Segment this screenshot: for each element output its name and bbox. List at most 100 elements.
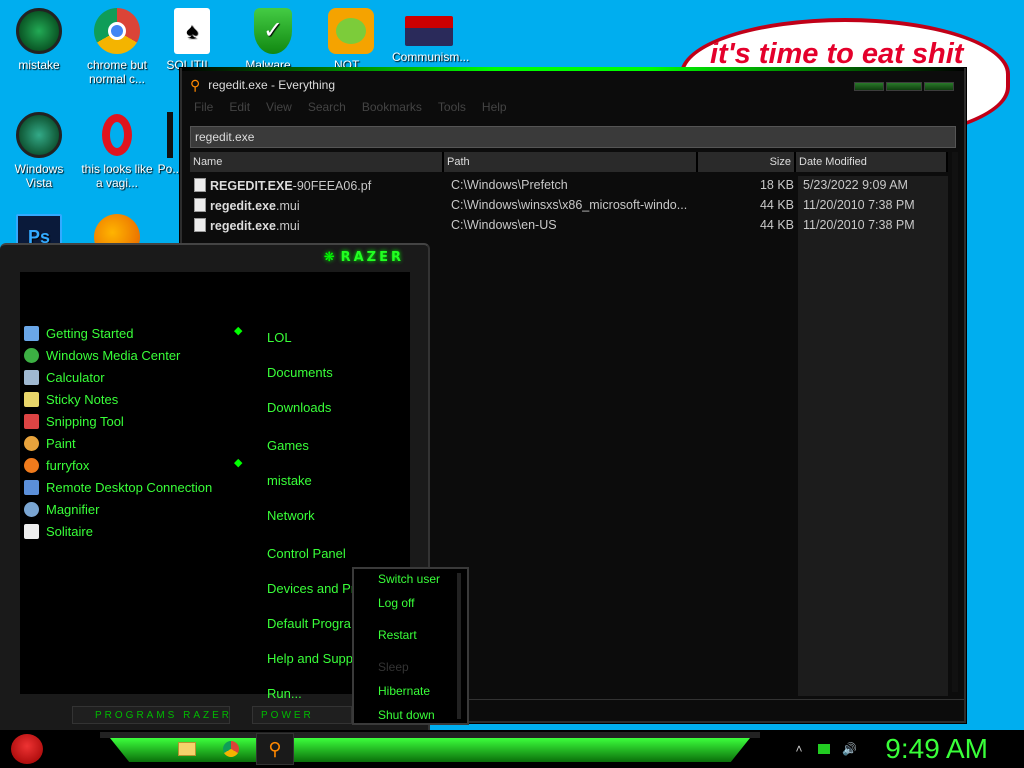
desktop-icon-windows-vista[interactable]: Windows Vista [2, 112, 76, 190]
file-date: 11/20/2010 7:38 PM [803, 218, 915, 232]
window-title: regedit.exe - Everything [208, 78, 335, 92]
volume-icon[interactable]: 🔊 [842, 742, 857, 756]
file-path: C:\Windows\Prefetch [451, 178, 568, 192]
menu-item-log-off[interactable]: Log off [378, 596, 414, 610]
column-path[interactable]: Path [444, 152, 698, 172]
file-name-rest: .mui [276, 199, 300, 213]
network-icon[interactable] [818, 744, 830, 754]
place-lol[interactable]: LOL [267, 330, 292, 345]
razer-logo: ❋ RAZER [324, 250, 404, 265]
file-name: regedit.exe.mui [194, 198, 444, 213]
place-run[interactable]: Run... [267, 686, 302, 701]
place-default-programs[interactable]: Default Progra [267, 616, 351, 631]
title-bar[interactable]: ⚲ regedit.exe - Everything [182, 70, 964, 100]
program-getting-started[interactable]: Getting Started ◆ [24, 322, 242, 344]
firefox-icon [24, 457, 39, 473]
desktop-icon-label: chrome but normal c... [86, 58, 148, 86]
table-row[interactable]: REGEDIT.EXE-90FEEA06.pf C:\Windows\Prefe… [190, 176, 948, 196]
menu-file[interactable]: File [194, 100, 213, 118]
calculator-icon [24, 369, 39, 385]
program-solitaire[interactable]: Solitaire [24, 520, 212, 542]
chevron-up-icon[interactable]: ˄ [792, 742, 806, 756]
desktop-icon-mistake[interactable]: mistake [2, 8, 76, 72]
desktop-icon-solitaire[interactable]: ♠ SOLITII... [155, 8, 229, 72]
column-size[interactable]: Size [698, 152, 796, 172]
all-programs-button[interactable]: PROGRAMS RAZER [72, 706, 230, 724]
place-help-and-support[interactable]: Help and Supp [267, 651, 353, 666]
program-furryfox[interactable]: furryfox ◆ [24, 454, 242, 476]
close-button[interactable] [924, 82, 954, 91]
menu-item-shut-down[interactable]: Shut down [378, 708, 435, 722]
app-icon [167, 112, 173, 158]
chrome-icon [94, 8, 140, 54]
desktop-icon-label: Windows Vista [14, 162, 64, 190]
program-remote-desktop[interactable]: Remote Desktop Connection [24, 476, 212, 498]
scissors-icon [24, 413, 39, 429]
place-control-panel[interactable]: Control Panel [267, 546, 346, 561]
file-name-match: REGEDIT.EXE [210, 179, 293, 193]
program-snipping-tool[interactable]: Snipping Tool [24, 410, 212, 432]
taskbar-explorer[interactable] [168, 733, 206, 765]
column-name[interactable]: Name [190, 152, 444, 172]
vertical-scrollbar[interactable] [952, 152, 958, 692]
table-row[interactable]: regedit.exe.mui C:\Windows\winsxs\x86_mi… [190, 196, 948, 216]
file-size: 44 KB [759, 198, 794, 212]
magnifier-icon: ⚲ [268, 738, 282, 759]
program-label: Windows Media Center [46, 347, 181, 363]
remote-desktop-icon [24, 479, 39, 495]
menu-item-switch-user[interactable]: Switch user [378, 572, 440, 586]
file-name-rest: .mui [276, 219, 300, 233]
menu-edit[interactable]: Edit [229, 100, 250, 118]
folder-icon [178, 742, 196, 756]
minimize-button[interactable] [854, 82, 884, 91]
place-mistake[interactable]: mistake [267, 473, 312, 488]
place-games[interactable]: Games [267, 438, 309, 453]
submenu-rail [457, 573, 461, 719]
program-magnifier[interactable]: Magnifier [24, 498, 212, 520]
file-icon [194, 218, 206, 232]
desktop-icon-label: mistake [18, 58, 60, 72]
flag-icon [405, 16, 453, 46]
program-label: Solitaire [46, 523, 93, 539]
menu-bookmarks[interactable]: Bookmarks [362, 100, 422, 118]
file-icon [194, 198, 206, 212]
shield-icon: ✓ [254, 8, 292, 54]
program-label: Calculator [46, 369, 105, 385]
desktop-icon-label: Communism... [392, 50, 470, 64]
menu-help[interactable]: Help [482, 100, 507, 118]
place-downloads[interactable]: Downloads [267, 400, 331, 415]
taskbar-chrome[interactable] [212, 733, 250, 765]
search-input[interactable]: regedit.exe [190, 126, 956, 148]
program-label: Getting Started [46, 325, 134, 341]
program-paint[interactable]: Paint [24, 432, 212, 454]
clock[interactable]: 9:49 AM [885, 733, 988, 765]
menu-search[interactable]: Search [308, 100, 346, 118]
start-button[interactable] [6, 730, 48, 768]
place-network[interactable]: Network [267, 508, 315, 523]
menu-item-hibernate[interactable]: Hibernate [378, 684, 430, 698]
media-center-icon [24, 347, 39, 363]
place-documents[interactable]: Documents [267, 365, 333, 380]
razer-logo-text: RAZER [340, 250, 404, 265]
table-row[interactable]: regedit.exe.mui C:\Windows\en-US 44 KB 1… [190, 216, 948, 236]
column-date-modified[interactable]: Date Modified [796, 152, 948, 172]
program-calculator[interactable]: Calculator [24, 366, 212, 388]
desktop-icon-malware[interactable]: ✓ Malware... [236, 8, 310, 72]
opera-icon [94, 112, 140, 158]
maximize-button[interactable] [886, 82, 922, 91]
desktop-icon-opera[interactable]: this looks like a vagi... [80, 112, 154, 190]
date-column-background [798, 176, 948, 696]
menu-view[interactable]: View [266, 100, 292, 118]
taskbar-everything[interactable]: ⚲ [256, 733, 294, 765]
chrome-icon [223, 741, 239, 757]
menu-tools[interactable]: Tools [438, 100, 466, 118]
program-sticky-notes[interactable]: Sticky Notes [24, 388, 212, 410]
menu-item-restart[interactable]: Restart [378, 628, 417, 642]
power-button[interactable]: POWER [252, 706, 352, 724]
desktop-icon-not[interactable]: NOT... [314, 8, 388, 72]
desktop-icon-chrome[interactable]: chrome but normal c... [80, 8, 154, 86]
desktop-icon-communism[interactable]: Communism... [392, 8, 470, 64]
program-label: Sticky Notes [46, 391, 119, 407]
program-windows-media-center[interactable]: Windows Media Center [24, 344, 212, 366]
program-label: Snipping Tool [46, 413, 124, 429]
